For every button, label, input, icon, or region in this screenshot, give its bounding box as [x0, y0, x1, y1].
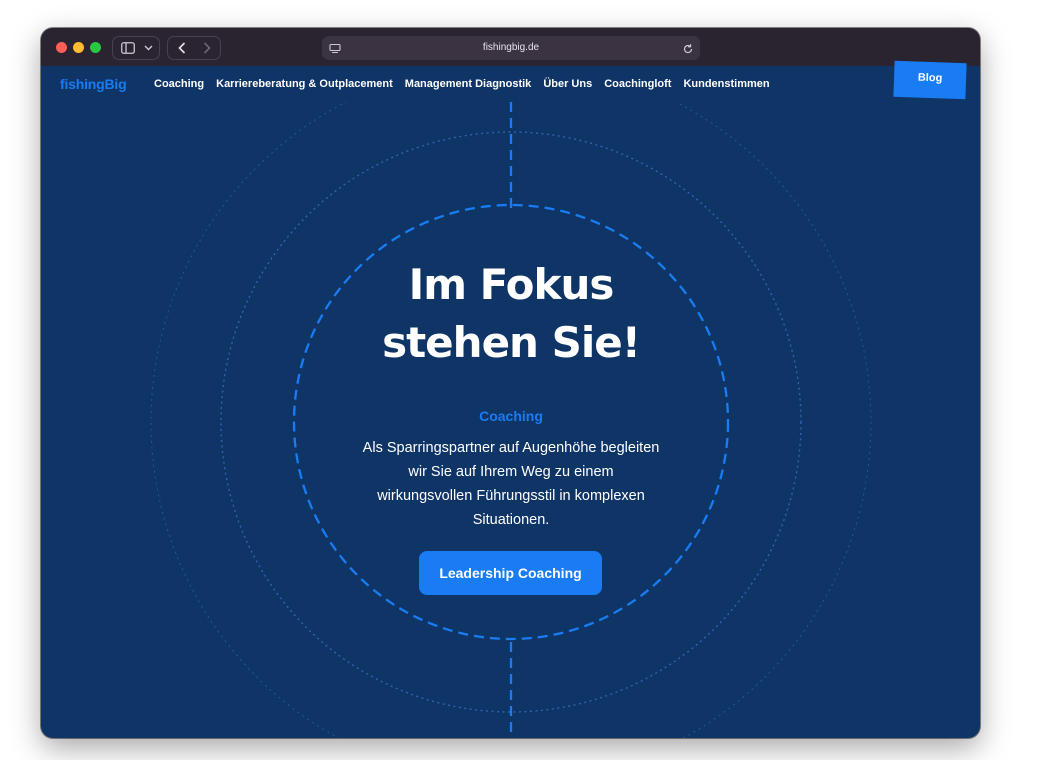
- blog-button[interactable]: Blog: [893, 60, 967, 100]
- chevron-down-icon[interactable]: [139, 37, 157, 59]
- address-bar[interactable]: fishingbig.de: [322, 36, 700, 60]
- nav-link-ueber-uns[interactable]: Über Uns: [543, 78, 592, 90]
- nav-link-kundenstimmen[interactable]: Kundenstimmen: [683, 78, 769, 90]
- hero-headline-line-2: stehen Sie!: [382, 318, 641, 367]
- hero-section: Im Fokus stehen Sie! Coaching Als Sparri…: [41, 102, 980, 738]
- maximize-window-button[interactable]: [90, 42, 101, 53]
- close-window-button[interactable]: [56, 42, 67, 53]
- main-menu: Coaching Karriereberatung & Outplacement…: [154, 78, 770, 90]
- url-text: fishingbig.de: [482, 42, 540, 53]
- hero-headline-line-1: Im Fokus: [408, 260, 615, 309]
- site-logo[interactable]: fishingBig: [60, 76, 127, 92]
- forward-arrow-icon[interactable]: [195, 37, 219, 59]
- browser-titlebar: fishingbig.de: [41, 28, 980, 66]
- sidebar-icon[interactable]: [117, 37, 139, 59]
- browser-window: fishingbig.de fishingBig Coaching Karrie…: [41, 28, 980, 738]
- history-nav-group: [167, 36, 221, 60]
- leadership-coaching-button[interactable]: Leadership Coaching: [419, 551, 602, 595]
- hero-description: Als Sparringspartner auf Augenhöhe begle…: [362, 440, 660, 528]
- reload-icon[interactable]: [682, 42, 694, 60]
- hero-headline: Im Fokus stehen Sie!: [311, 256, 711, 372]
- back-arrow-icon[interactable]: [170, 37, 194, 59]
- nav-link-karriereberatung[interactable]: Karriereberatung & Outplacement: [216, 78, 393, 90]
- nav-link-management-diagnostik[interactable]: Management Diagnostik: [405, 78, 532, 90]
- site-navigation: fishingBig Coaching Karriereberatung & O…: [41, 66, 980, 102]
- nav-link-coachingloft[interactable]: Coachingloft: [604, 78, 671, 90]
- hero-kicker: Coaching: [479, 408, 543, 424]
- minimize-window-button[interactable]: [73, 42, 84, 53]
- nav-link-coaching[interactable]: Coaching: [154, 78, 204, 90]
- sidebar-toggle-group: [112, 36, 160, 60]
